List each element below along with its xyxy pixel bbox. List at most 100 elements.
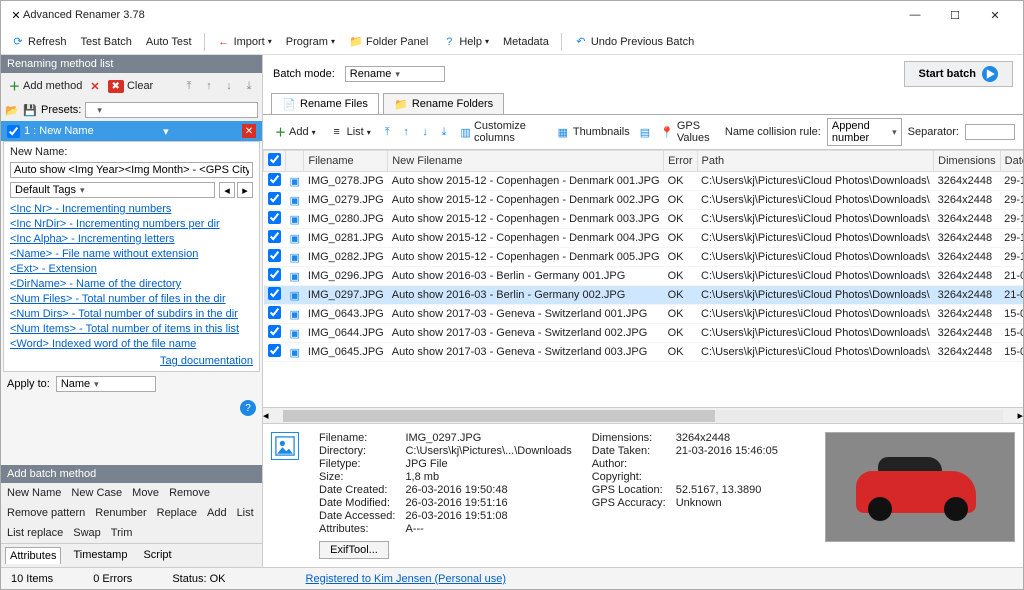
tag-next-button[interactable]: ▸ [237, 182, 253, 198]
tag-link[interactable]: <Num Files> - Total number of files in t… [10, 292, 253, 306]
tab-rename-folders[interactable]: 📁Rename Folders [383, 93, 504, 114]
test-batch-button[interactable]: Test Batch [77, 34, 136, 50]
row-checkbox[interactable] [268, 325, 281, 338]
collapse-icon[interactable]: ▾ [163, 125, 169, 138]
tab-rename-files[interactable]: 📄Rename Files [271, 93, 379, 114]
move-bottom-button[interactable]: ⤓ [240, 77, 258, 95]
delete-icon[interactable]: ✕ [90, 80, 99, 93]
batch-tab-script[interactable]: Script [139, 547, 175, 564]
move-top-button[interactable]: ⤒ [180, 77, 198, 95]
method-help-button[interactable]: ? [240, 400, 256, 416]
batch-method-replace[interactable]: Replace [157, 507, 197, 519]
tag-link[interactable]: <Name> - File name without extension [10, 247, 253, 261]
batch-method-trim[interactable]: Trim [111, 527, 133, 539]
table-row[interactable]: ▣IMG_0643.JPGAuto show 2017-03 - Geneva … [264, 305, 1024, 324]
batch-method-new-case[interactable]: New Case [71, 487, 122, 499]
row-checkbox[interactable] [268, 268, 281, 281]
tag-link[interactable]: <Num Items> - Total number of items in t… [10, 322, 253, 336]
table-row[interactable]: ▣IMG_0282.JPGAuto show 2015-12 - Copenha… [264, 248, 1024, 267]
exiftool-button[interactable]: ExifTool... [319, 541, 389, 559]
save-preset-icon[interactable]: 💾 [23, 103, 37, 117]
file-grid[interactable]: FilenameNew FilenameErrorPathDimensionsD… [263, 150, 1023, 407]
tag-link[interactable]: <DirName> - Name of the directory [10, 277, 253, 291]
tag-prev-button[interactable]: ◂ [219, 182, 235, 198]
row-checkbox[interactable] [268, 306, 281, 319]
method-close-button[interactable]: ✕ [242, 124, 256, 138]
sort-bottom-button[interactable]: ⤓ [438, 123, 451, 141]
column-header[interactable]: New Filename [388, 151, 664, 172]
metadata-button[interactable]: Metadata [499, 34, 553, 50]
batch-method-remove-pattern[interactable]: Remove pattern [7, 507, 85, 519]
presets-dropdown[interactable] [85, 102, 258, 118]
tag-link[interactable]: <Num Dirs> - Total number of subdirs in … [10, 307, 253, 321]
tag-documentation-link[interactable]: Tag documentation [160, 354, 253, 368]
tag-link[interactable]: <Inc Alpha> - Incrementing letters [10, 232, 253, 246]
list-button[interactable]: ≡List▾ [326, 123, 375, 141]
tag-link[interactable]: <Word> Indexed word of the file name [10, 337, 253, 351]
table-row[interactable]: ▣IMG_0278.JPGAuto show 2015-12 - Copenha… [264, 172, 1024, 191]
gps-values-button[interactable]: 📍GPS Values [656, 118, 719, 146]
start-batch-button[interactable]: Start batch [904, 61, 1013, 87]
batch-tab-attributes[interactable]: Attributes [5, 547, 61, 564]
collision-dropdown[interactable]: Append number [827, 118, 902, 146]
add-method-button[interactable]: ＋Add method [5, 76, 86, 96]
row-checkbox[interactable] [268, 344, 281, 357]
horizontal-scrollbar[interactable]: ◂▸ [263, 407, 1023, 423]
sort-up-button[interactable]: ↑ [400, 123, 413, 141]
move-up-button[interactable]: ↑ [200, 77, 218, 95]
pattern-input[interactable] [10, 162, 253, 178]
batch-method-list-replace[interactable]: List replace [7, 527, 63, 539]
row-checkbox[interactable] [268, 211, 281, 224]
customize-columns-button[interactable]: ▥Customize columns [457, 118, 546, 146]
folder-panel-button[interactable]: 📁Folder Panel [345, 33, 432, 51]
batch-method-move[interactable]: Move [132, 487, 159, 499]
batch-method-remove[interactable]: Remove [169, 487, 210, 499]
clear-button[interactable]: ✖Clear [104, 78, 158, 95]
sort-down-button[interactable]: ↓ [419, 123, 432, 141]
select-all-checkbox[interactable] [268, 153, 281, 166]
move-down-button[interactable]: ↓ [220, 77, 238, 95]
table-row[interactable]: ▣IMG_0281.JPGAuto show 2015-12 - Copenha… [264, 229, 1024, 248]
batch-tab-timestamp[interactable]: Timestamp [69, 547, 131, 564]
column-header[interactable]: Error [664, 151, 697, 172]
close-button[interactable]: ✕ [975, 1, 1015, 29]
column-header[interactable]: Path [697, 151, 934, 172]
minimize-button[interactable]: ― [895, 1, 935, 29]
auto-test-button[interactable]: Auto Test [142, 34, 196, 50]
separator-input[interactable] [965, 124, 1015, 140]
column-header[interactable]: Filename [304, 151, 388, 172]
tag-link[interactable]: <Inc Nr> - Incrementing numbers [10, 202, 253, 216]
sort-top-button[interactable]: ⤒ [381, 123, 394, 141]
apply-to-dropdown[interactable]: Name [56, 376, 156, 392]
default-tags-dropdown[interactable]: Default Tags [10, 182, 215, 198]
maximize-button[interactable]: ☐ [935, 1, 975, 29]
display-icon[interactable]: ▤ [640, 125, 650, 139]
tag-link[interactable]: <Inc NrDir> - Incrementing numbers per d… [10, 217, 253, 231]
column-header[interactable]: Dimensions [934, 151, 1000, 172]
import-button[interactable]: ←Import▾ [213, 33, 276, 51]
add-files-button[interactable]: ＋Add▾ [271, 122, 320, 142]
batch-method-renumber[interactable]: Renumber [95, 507, 146, 519]
program-button[interactable]: Program▾ [282, 34, 339, 50]
table-row[interactable]: ▣IMG_0296.JPGAuto show 2016-03 - Berlin … [264, 267, 1024, 286]
row-checkbox[interactable] [268, 249, 281, 262]
batch-method-list[interactable]: List [237, 507, 254, 519]
batch-method-swap[interactable]: Swap [73, 527, 101, 539]
refresh-button[interactable]: ⟳Refresh [7, 33, 71, 51]
table-row[interactable]: ▣IMG_0644.JPGAuto show 2017-03 - Geneva … [264, 324, 1024, 343]
method-enable-checkbox[interactable] [7, 125, 20, 138]
tag-link[interactable]: <Ext> - Extension [10, 262, 253, 276]
table-row[interactable]: ▣IMG_0645.JPGAuto show 2017-03 - Geneva … [264, 343, 1024, 362]
batch-method-add[interactable]: Add [207, 507, 227, 519]
help-button[interactable]: ?Help▾ [438, 33, 493, 51]
table-row[interactable]: ▣IMG_0280.JPGAuto show 2015-12 - Copenha… [264, 210, 1024, 229]
method-header[interactable]: 1 : New Name ▾ ✕ [1, 121, 262, 141]
table-row[interactable]: ▣IMG_0297.JPGAuto show 2016-03 - Berlin … [264, 286, 1024, 305]
column-header[interactable]: Date Taken [1000, 151, 1023, 172]
row-checkbox[interactable] [268, 230, 281, 243]
undo-button[interactable]: ↶Undo Previous Batch [570, 33, 698, 51]
row-checkbox[interactable] [268, 173, 281, 186]
thumbnails-button[interactable]: ▦Thumbnails [552, 123, 634, 141]
open-preset-icon[interactable]: 📂 [5, 103, 19, 117]
table-row[interactable]: ▣IMG_0279.JPGAuto show 2015-12 - Copenha… [264, 191, 1024, 210]
